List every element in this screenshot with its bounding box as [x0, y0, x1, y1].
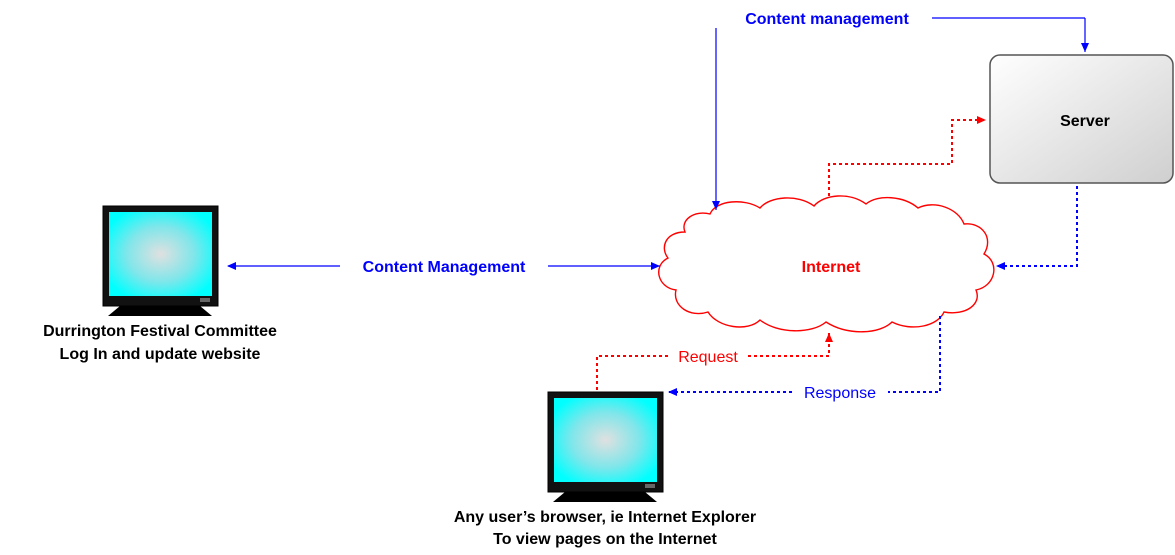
committee-caption-line1: Durrington Festival Committee [43, 323, 277, 340]
server-label: Server [1060, 113, 1110, 130]
user-monitor-icon [547, 391, 664, 502]
response-label: Response [804, 385, 876, 402]
server-node: Server [989, 54, 1174, 184]
content-management-top-label: Content management [745, 11, 909, 28]
committee-monitor-icon [102, 205, 219, 316]
internet-to-server-link [828, 116, 986, 196]
user-caption-line2: To view pages on the Internet [493, 531, 717, 548]
server-to-internet-link [996, 186, 1078, 270]
network-diagram: Server Internet Durrington Festival Comm… [43, 11, 1174, 548]
request-link: Request [596, 333, 833, 390]
internet-label: Internet [802, 259, 861, 276]
request-label: Request [678, 349, 738, 366]
content-management-left-link: Content Management [227, 259, 660, 276]
committee-caption-line2: Log In and update website [60, 346, 261, 363]
content-management-left-label: Content Management [363, 259, 526, 276]
user-caption-line1: Any user’s browser, ie Internet Explorer [454, 509, 756, 526]
internet-cloud: Internet [658, 195, 995, 333]
